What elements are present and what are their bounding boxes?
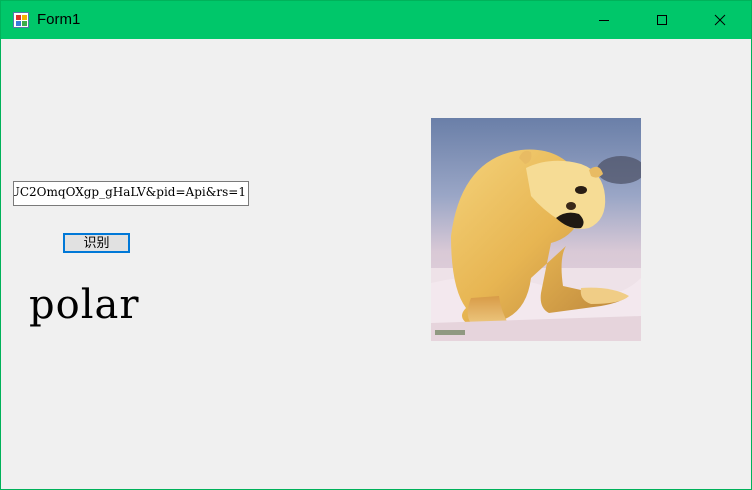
form1-window: Form1 SUC2OmqOXgp_gHaLV&pid=Api&rs=1 识别 … xyxy=(0,0,752,490)
app-icon[interactable] xyxy=(13,12,29,28)
maximize-icon xyxy=(657,15,667,25)
title-bar[interactable]: Form1 xyxy=(1,1,751,39)
close-icon xyxy=(714,14,726,26)
maximize-button[interactable] xyxy=(633,1,691,39)
result-label: polar xyxy=(29,282,140,328)
recognize-button[interactable]: 识别 xyxy=(63,233,130,253)
polar-bear-image xyxy=(431,118,641,341)
window-title: Form1 xyxy=(37,11,81,28)
image-url-text: SUC2OmqOXgp_gHaLV&pid=Api&rs=1 xyxy=(13,185,246,199)
minimize-button[interactable] xyxy=(575,1,633,39)
close-button[interactable] xyxy=(691,1,749,39)
image-url-input[interactable]: SUC2OmqOXgp_gHaLV&pid=Api&rs=1 xyxy=(13,181,249,206)
minimize-icon xyxy=(599,20,609,21)
form-client-area: SUC2OmqOXgp_gHaLV&pid=Api&rs=1 识别 polar xyxy=(1,39,751,489)
